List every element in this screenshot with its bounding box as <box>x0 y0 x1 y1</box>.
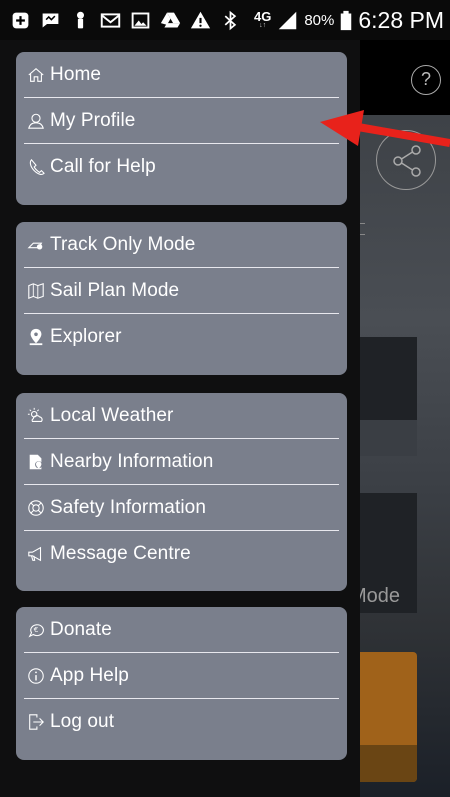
status-right: 4G ↓↑ 80% 6:28 PM <box>254 7 444 34</box>
megaphone-icon <box>26 544 46 564</box>
weather-icon <box>26 406 46 426</box>
logout-icon <box>26 712 46 732</box>
add-box-icon <box>10 10 31 31</box>
menu-item-log-out[interactable]: Log out <box>24 699 339 745</box>
notification-icons <box>10 10 241 31</box>
menu-item-explorer[interactable]: Explorer <box>24 314 339 360</box>
menu-item-sail-plan-mode[interactable]: Sail Plan Mode <box>24 268 339 314</box>
chat-icon <box>40 10 61 31</box>
menu-item-donate[interactable]: € Donate <box>24 607 339 653</box>
menu-item-message-centre[interactable]: Message Centre <box>24 531 339 577</box>
menu-item-label: Home <box>50 63 102 85</box>
warning-icon <box>190 10 211 31</box>
menu-item-label: Sail Plan Mode <box>50 279 180 301</box>
menu-item-label: My Profile <box>50 109 136 131</box>
menu-item-safety-information[interactable]: Safety Information <box>24 485 339 531</box>
menu-item-label: Call for Help <box>50 156 156 177</box>
navigation-drawer: Home My Profile Call for Help Track Only… <box>0 40 360 797</box>
donate-icon: € <box>26 620 46 640</box>
lifebuoy-icon <box>26 498 46 518</box>
menu-item-label: Local Weather <box>50 404 174 426</box>
battery-icon <box>340 10 352 31</box>
signal-icon <box>277 10 298 31</box>
network-indicator: 4G ↓↑ <box>254 10 271 29</box>
menu-item-label: Explorer <box>50 326 122 347</box>
map-icon <box>26 281 46 301</box>
bluetooth-icon <box>220 10 241 31</box>
menu-item-local-weather[interactable]: Local Weather <box>24 393 339 439</box>
menu-item-label: Nearby Information <box>50 450 214 472</box>
menu-item-home[interactable]: Home <box>24 52 339 98</box>
mail-icon <box>100 10 121 31</box>
menu-item-app-help[interactable]: App Help <box>24 653 339 699</box>
menu-group-information: Local Weather Nearby Information Safety … <box>16 393 347 591</box>
menu-item-label: Log out <box>50 711 115 732</box>
track-mode-icon <box>26 235 46 255</box>
clock: 6:28 PM <box>358 6 444 33</box>
info-icon <box>26 666 46 686</box>
svg-text:€: € <box>34 624 39 633</box>
menu-item-track-only-mode[interactable]: Track Only Mode <box>24 222 339 268</box>
figure-icon <box>70 10 91 31</box>
battery-percent: 80% <box>304 11 335 29</box>
menu-item-label: Track Only Mode <box>50 233 196 255</box>
nearby-icon <box>26 452 46 472</box>
menu-item-label: Safety Information <box>50 496 206 518</box>
drive-icon <box>160 10 181 31</box>
menu-item-label: App Help <box>50 664 129 686</box>
menu-group-account: € Donate App Help Log out <box>16 607 347 760</box>
menu-item-my-profile[interactable]: My Profile <box>24 98 339 144</box>
image-icon <box>130 10 151 31</box>
home-icon <box>26 65 46 85</box>
menu-item-label: Donate <box>50 618 112 640</box>
menu-item-nearby-information[interactable]: Nearby Information <box>24 439 339 485</box>
location-pin-icon <box>26 327 46 347</box>
help-button[interactable]: ? <box>411 65 441 95</box>
phone-help-icon <box>26 157 46 177</box>
menu-group-main: Home My Profile Call for Help <box>16 52 347 205</box>
menu-item-call-for-help[interactable]: Call for Help <box>24 144 339 190</box>
annotation-arrow-icon <box>320 110 450 147</box>
status-bar: 4G ↓↑ 80% 6:28 PM <box>0 0 450 40</box>
menu-group-modes: Track Only Mode Sail Plan Mode Explorer <box>16 222 347 375</box>
menu-item-label: Message Centre <box>50 543 191 564</box>
profile-icon <box>26 111 46 131</box>
